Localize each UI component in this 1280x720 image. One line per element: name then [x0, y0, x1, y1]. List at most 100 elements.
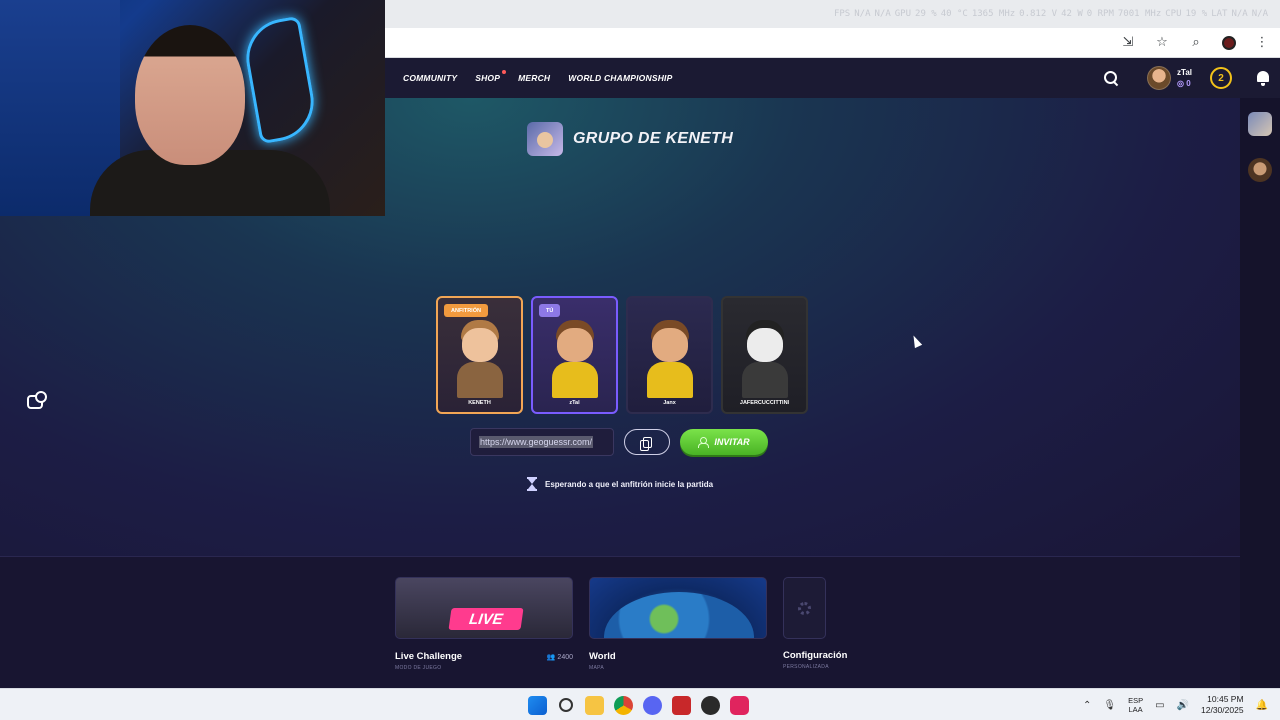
player-name: KENETH: [468, 400, 491, 406]
page-title: GRUPO DE KENETH: [573, 130, 734, 147]
kebab-menu-icon[interactable]: ⋮: [1254, 35, 1270, 50]
bell-icon[interactable]: [1256, 70, 1270, 86]
friends-rail: [1240, 98, 1280, 688]
browser-profile-avatar[interactable]: [1222, 35, 1236, 50]
main-menu: COMMUNITY SHOP MERCH WORLD CHAMPIONSHIP: [385, 70, 672, 83]
clock-time: 10:45 PM: [1207, 694, 1244, 704]
mode-title: Live Challenge: [395, 651, 463, 662]
invite-row: https://www.geoguessr.com/ INVITAR: [470, 428, 768, 456]
stat-value: 1365 MHz: [971, 9, 1016, 19]
mode-title-row: Live Challenge 👥 2400: [395, 651, 573, 662]
taskbar: ⌃ 🎙 ESP LAA ▭ 🔊 10:45 PM 12/30/2025 🔔: [0, 688, 1280, 720]
volume-icon[interactable]: 🔊: [1177, 700, 1189, 711]
notification-dot: [502, 70, 507, 74]
copy-link-button[interactable]: [624, 429, 670, 455]
game-mode-list: LIVE Live Challenge 👥 2400 MODO DE JUEGO…: [395, 577, 853, 671]
avatar[interactable]: [1248, 158, 1272, 182]
invite-button-label: INVITAR: [714, 437, 750, 447]
live-challenge-thumbnail: LIVE: [395, 577, 573, 639]
gear-icon: [798, 601, 811, 615]
nav-community[interactable]: COMMUNITY: [403, 73, 457, 83]
mode-card-world[interactable]: World MAPA: [589, 577, 767, 671]
world-map-thumbnail: [589, 577, 767, 639]
chrome-icon[interactable]: [614, 695, 633, 715]
player-avatar: [453, 320, 507, 398]
microphone-icon[interactable]: 🎙: [1103, 700, 1116, 711]
mode-subtitle: PERSONALIZADA: [783, 664, 829, 670]
settings-card[interactable]: Configuración PERSONALIZADA: [783, 577, 853, 671]
stat-value: N/A: [854, 9, 871, 19]
stat-value: 40 °C: [940, 9, 968, 19]
avatar[interactable]: [1248, 112, 1272, 136]
stat-label: LAT: [1211, 9, 1228, 19]
stat-label: GPU: [894, 9, 912, 19]
stat-value: 0.812 V: [1019, 9, 1058, 19]
neon-light: [240, 15, 320, 145]
chat-icon[interactable]: [27, 391, 47, 409]
you-badge: TÚ: [539, 304, 561, 317]
install-app-icon[interactable]: ⇲: [1120, 35, 1136, 50]
windows-start-icon[interactable]: [528, 695, 547, 715]
clock[interactable]: 10:45 PM 12/30/2025: [1201, 694, 1244, 716]
browser-address-bar[interactable]: ⇲ ☆ ⌕ ⋮: [385, 28, 1280, 58]
player-card-me[interactable]: TÚ zTal: [531, 296, 618, 414]
player-avatar: [548, 320, 602, 398]
add-user-icon: [698, 437, 710, 448]
level-badge[interactable]: 2: [1210, 67, 1232, 89]
username: zTal: [1177, 68, 1192, 77]
live-badge: LIVE: [448, 608, 524, 630]
language-code: ESP: [1128, 696, 1144, 705]
nav-merch[interactable]: MERCH: [518, 73, 550, 83]
stat-value: N/A: [1251, 9, 1268, 19]
stat-value: 29 %: [915, 9, 937, 19]
mode-title: World: [589, 651, 616, 662]
player-name: JAFERCUCCITTINI: [739, 400, 790, 406]
recording-app-icon[interactable]: [672, 695, 691, 715]
avatar[interactable]: [1147, 66, 1172, 90]
discord-icon[interactable]: [643, 695, 662, 715]
performance-overlay: FPS N/A N/A GPU 29 % 40 °C 1365 MHz 0.81…: [385, 0, 1280, 28]
stat-label: CPU: [1165, 9, 1182, 19]
party-logo-icon: [527, 122, 563, 156]
keyboard-layout: LAA: [1128, 705, 1143, 714]
file-explorer-icon[interactable]: [585, 695, 604, 715]
mode-title-row: Configuración: [783, 650, 853, 661]
waiting-text: Esperando a que el anfitrión inicie la p…: [545, 479, 714, 489]
notification-bell-icon[interactable]: 🔔: [1256, 700, 1268, 711]
site-header: COMMUNITY SHOP MERCH WORLD CHAMPIONSHIP …: [385, 58, 1280, 98]
tab-search-icon[interactable]: ⌕: [1188, 35, 1204, 50]
network-icon[interactable]: ▭: [1155, 700, 1164, 711]
player-count-value: 2400: [557, 653, 573, 661]
invite-link-field[interactable]: https://www.geoguessr.com/: [470, 428, 614, 456]
coin-count: 0: [1186, 79, 1191, 88]
player-card[interactable]: JAFERCUCCITTINI: [721, 296, 808, 414]
clock-date: 12/30/2025: [1201, 705, 1244, 715]
system-tray: ⌃ 🎙 ESP LAA ▭ 🔊 10:45 PM 12/30/2025 🔔: [1083, 689, 1280, 720]
obs-icon[interactable]: [701, 695, 720, 715]
copy-icon: [639, 436, 652, 451]
nav-shop-label: SHOP: [475, 73, 501, 83]
player-avatar: [643, 320, 697, 398]
invite-button[interactable]: INVITAR: [680, 429, 768, 455]
stat-label: FPS: [833, 9, 851, 19]
mode-card-live-challenge[interactable]: LIVE Live Challenge 👥 2400 MODO DE JUEGO: [395, 577, 573, 671]
mode-title: Configuración: [783, 650, 848, 661]
nav-shop[interactable]: SHOP: [475, 70, 507, 83]
mode-subtitle: MODO DE JUEGO: [395, 665, 442, 671]
stat-value: N/A: [874, 9, 891, 19]
chevron-up-icon[interactable]: ⌃: [1083, 700, 1091, 711]
player-card[interactable]: Janx: [626, 296, 713, 414]
player-card-host[interactable]: ANFITRIÓN KENETH: [436, 296, 523, 414]
search-icon[interactable]: [1103, 70, 1119, 86]
tiktok-icon[interactable]: [730, 695, 749, 715]
nav-world-championship[interactable]: WORLD CHAMPIONSHIP: [568, 73, 672, 83]
taskbar-apps: [528, 689, 749, 720]
keyboard-language[interactable]: ESP LAA: [1128, 696, 1143, 714]
mode-title-row: World: [589, 651, 767, 662]
hourglass-icon: [527, 477, 537, 491]
waiting-status: Esperando a que el anfitrión inicie la p…: [527, 477, 713, 491]
search-icon[interactable]: [559, 698, 573, 712]
streamer-head: [135, 25, 245, 165]
bookmark-star-icon[interactable]: ☆: [1154, 35, 1170, 50]
user-info[interactable]: zTal ◎ 0: [1177, 67, 1192, 89]
